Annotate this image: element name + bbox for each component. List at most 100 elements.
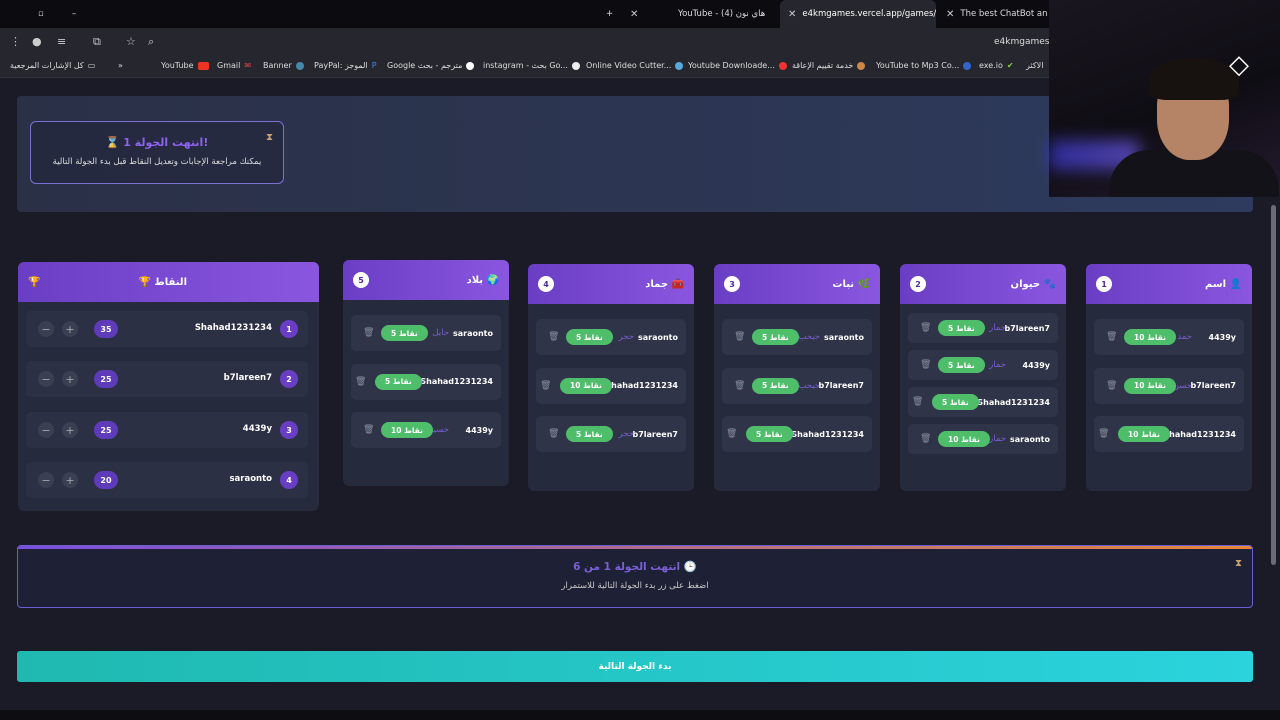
points-pill[interactable]: 5 نقاط	[932, 394, 979, 410]
points-pill[interactable]: 10 نقاط	[1124, 377, 1176, 394]
trash-icon[interactable]: 🗑	[1098, 429, 1109, 439]
start-next-round-button[interactable]: بدء الجولة التالية	[17, 651, 1253, 682]
answer-row: saraonto حبحب 5 نقاط 🗑	[722, 319, 872, 355]
player-name: 4439y	[1208, 332, 1236, 342]
plus-button[interactable]: +	[62, 321, 78, 337]
points-pill[interactable]: 10 نقاط	[938, 431, 990, 447]
trash-icon[interactable]: 🗑	[1106, 332, 1117, 342]
points-pill[interactable]: 5 نقاط	[566, 426, 613, 442]
plus-button[interactable]: +	[62, 472, 78, 488]
trash-icon[interactable]: 🗑	[540, 381, 551, 391]
tab-close-icon[interactable]: ✕	[622, 0, 646, 28]
window-restore-icon[interactable]: ▫	[30, 0, 52, 28]
close-icon[interactable]: ✕	[788, 9, 796, 20]
trash-icon[interactable]: 🗑	[734, 381, 745, 391]
bookmark-banner[interactable]: Banner	[263, 61, 304, 70]
answer-row: b7lareen7 حجر 5 نقاط 🗑	[536, 416, 686, 452]
trash-icon[interactable]: 🗑	[920, 434, 931, 444]
minus-button[interactable]: −	[38, 472, 54, 488]
points-pill[interactable]: 5 نقاط	[752, 377, 799, 394]
minus-button[interactable]: −	[38, 371, 54, 387]
menu-dots-icon[interactable]: ⋮	[10, 35, 21, 48]
trash-icon[interactable]: 🗑	[920, 323, 931, 333]
star-icon[interactable]: ☆	[126, 35, 136, 48]
tab-e4kmgames[interactable]: ✕ e4kmgames.vercel.app/games/ ◌	[780, 0, 936, 28]
answer-text: حمار	[989, 360, 1006, 370]
points-pill[interactable]: 10 نقاط	[1124, 329, 1176, 345]
trash-icon[interactable]: 🗑	[734, 332, 745, 342]
points-pill[interactable]: 5 نقاط	[752, 329, 799, 345]
bookmark-translate[interactable]: Google مترجم - بحث	[387, 61, 475, 70]
player-name: 4439y	[242, 424, 272, 434]
points-pill[interactable]: 10 نقاط	[381, 422, 433, 438]
points-pill[interactable]: 5 نقاط	[566, 329, 613, 345]
score-row: 2 b7lareen7 25 + −	[26, 361, 308, 397]
points-pill[interactable]: 5 نقاط	[746, 426, 793, 442]
bookmark-yt-downloader[interactable]: Youtube Downloade...	[688, 61, 787, 70]
bookmark-paypal[interactable]: PayPal: الموجز P	[314, 61, 377, 70]
new-tab-button[interactable]: +	[598, 0, 621, 28]
service-icon	[857, 61, 866, 70]
close-icon[interactable]: ✕	[946, 9, 954, 20]
trash-icon[interactable]: 🗑	[920, 360, 931, 370]
category-title: حيوان	[1010, 278, 1041, 290]
bookmark-all[interactable]: كل الإشارات المرجعية ▭	[10, 61, 95, 70]
hourglass-icon: ⧗	[265, 132, 273, 143]
points-pill[interactable]: 5 نقاط	[938, 320, 985, 336]
leaf-icon: 🌿	[857, 278, 870, 290]
category-number: 2	[910, 276, 926, 292]
rank-badge: 1	[280, 320, 298, 338]
points-badge: 25	[94, 421, 118, 439]
tab-youtube[interactable]: YouTube - (4) هاي نون	[670, 0, 778, 28]
trash-icon[interactable]: 🗑	[912, 397, 923, 407]
trash-icon[interactable]: 🗑	[1106, 381, 1117, 391]
tab-chatbot[interactable]: ✕ The best ChatBot and Wi	[938, 0, 1048, 28]
chevron-icon[interactable]: »	[118, 61, 123, 70]
player-name: 4439y	[1022, 360, 1050, 370]
trash-icon[interactable]: 🗑	[363, 425, 374, 435]
points-pill[interactable]: 5 نقاط	[938, 357, 985, 373]
bookmark-exeio[interactable]: exe.io ✔	[979, 61, 1014, 70]
plus-button[interactable]: +	[62, 371, 78, 387]
progress-bar	[18, 546, 1252, 549]
answer-row: 4439y حمد 10 نقاط 🗑	[1094, 319, 1244, 355]
answer-row: saraonto حايل 5 نقاط 🗑	[351, 315, 501, 351]
category-header: 1 اسم 👤	[1086, 264, 1252, 304]
minus-button[interactable]: −	[38, 422, 54, 438]
minus-button[interactable]: −	[38, 321, 54, 337]
bookmark-more[interactable]: الاكثر	[1026, 61, 1043, 70]
answer-row: 4439y حمار 5 نقاط 🗑	[908, 350, 1058, 380]
trash-icon[interactable]: 🗑	[355, 377, 366, 387]
profile-icon[interactable]: ●	[32, 35, 42, 48]
webcam-overlay: ◇	[1049, 0, 1280, 197]
plus-button[interactable]: +	[62, 422, 78, 438]
player-name: Shahad1231234	[791, 429, 864, 439]
scrollbar[interactable]	[1271, 205, 1276, 565]
points-pill[interactable]: 5 نقاط	[381, 325, 428, 341]
bookmark-video-cutter[interactable]: Online Video Cutter...	[586, 61, 684, 70]
player-name: saraonto	[452, 328, 493, 338]
trash-icon[interactable]: 🗑	[726, 429, 737, 439]
bookmark-youtube[interactable]: YouTube	[161, 61, 209, 70]
extensions-icon[interactable]: ⧉	[93, 35, 101, 49]
trash-icon[interactable]: 🗑	[548, 429, 559, 439]
points-badge: 20	[94, 471, 118, 489]
person-hair	[1149, 58, 1239, 100]
points-pill[interactable]: 5 نقاط	[375, 373, 422, 390]
trash-icon[interactable]: 🗑	[548, 332, 559, 342]
bookmark-instagram[interactable]: instagram - بحث Go...	[483, 61, 580, 70]
bookmark-yt-mp3[interactable]: YouTube to Mp3 Co...	[876, 61, 972, 70]
hourglass-icon: ⌛	[105, 136, 120, 149]
taskbar	[0, 710, 1280, 720]
search-icon[interactable]: ⌕	[148, 35, 154, 49]
round-end-card: انتهت الجولة 1 من 6 🕒 اضغط على زر بدء ال…	[17, 545, 1253, 608]
points-pill[interactable]: 10 نقاط	[1118, 426, 1170, 442]
window-minimize-icon[interactable]: –	[64, 0, 84, 28]
round-end-subtitle: اضغط على زر بدء الجولة التالية للاستمرار	[561, 581, 709, 591]
points-pill[interactable]: 10 نقاط	[560, 377, 612, 394]
bookmark-disability[interactable]: خدمة تقييم الإعاقة	[792, 61, 866, 70]
rank-badge: 3	[280, 421, 298, 439]
bookmark-gmail[interactable]: Gmail ✉	[217, 61, 251, 70]
tune-icon[interactable]: ≡	[57, 35, 66, 48]
trash-icon[interactable]: 🗑	[363, 328, 374, 338]
